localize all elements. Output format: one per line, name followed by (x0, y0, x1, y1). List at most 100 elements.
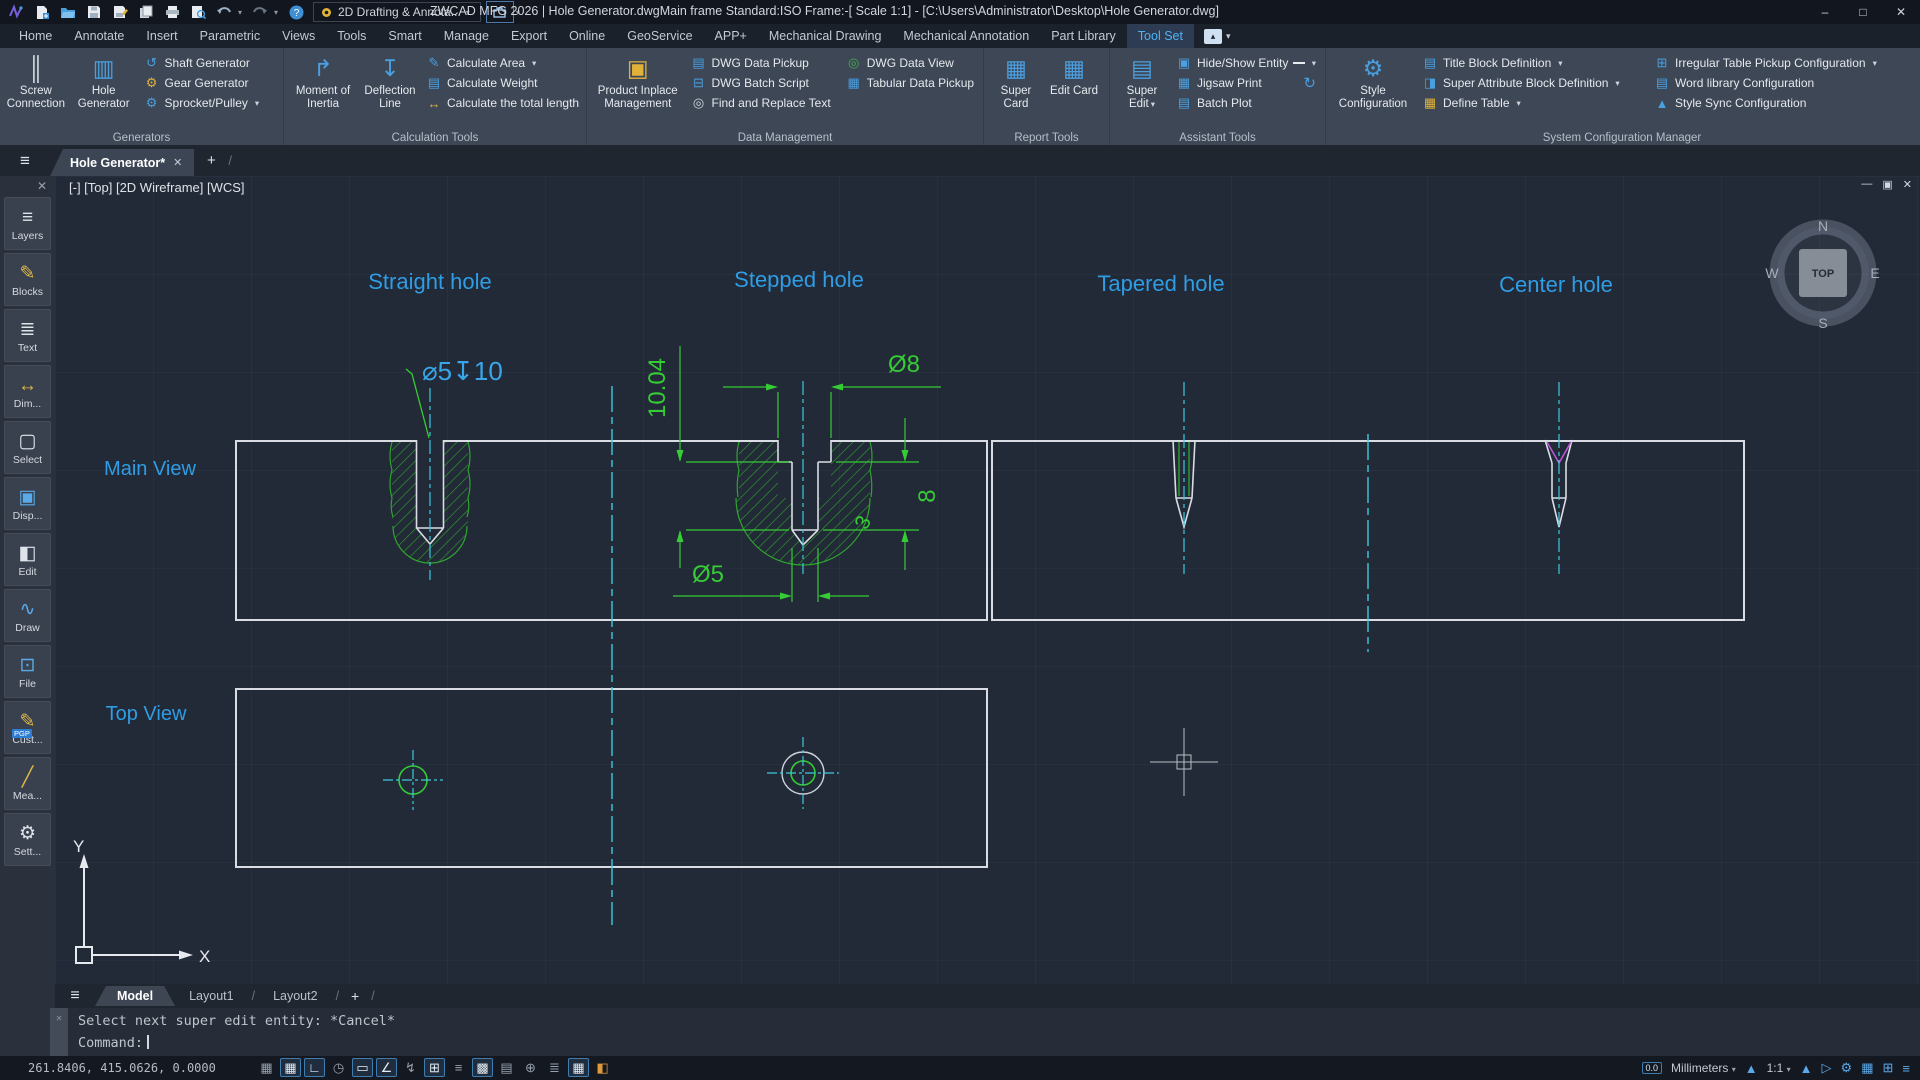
title-block-definition-button[interactable]: ▤ Title Block Definition ▾ (1419, 53, 1647, 73)
label-straight-hole[interactable]: Straight hole (368, 269, 492, 294)
lineweight-display-toggle[interactable]: ≡ (448, 1058, 469, 1077)
compass-east-label[interactable]: E (1870, 265, 1879, 281)
gear-generator-button[interactable]: ⚙ Gear Generator (141, 73, 279, 93)
tab-part-library[interactable]: Part Library (1040, 24, 1127, 48)
sidebar-item-display[interactable]: ▣ Disp... (4, 477, 51, 530)
tab-insert[interactable]: Insert (135, 24, 188, 48)
sidebar-item-file[interactable]: ⊡ File (4, 645, 51, 698)
tab-views[interactable]: Views (271, 24, 326, 48)
sidebar-item-layers[interactable]: ≡ Layers (4, 197, 51, 250)
super-edit-button[interactable]: ▤ Super Edit▾ (1113, 50, 1171, 126)
top-view-straight-hole[interactable] (383, 750, 443, 810)
sidebar-item-edit[interactable]: ◧ Edit (4, 533, 51, 586)
tab-home[interactable]: Home (8, 24, 63, 48)
preview-icon[interactable] (186, 2, 210, 22)
compass-north-label[interactable]: N (1818, 218, 1828, 234)
tab-online[interactable]: Online (558, 24, 616, 48)
shaft-generator-button[interactable]: ↺ Shaft Generator (141, 53, 279, 73)
command-line-grip[interactable]: ✕ (50, 1008, 68, 1056)
layout-menu-icon[interactable]: ≡ (55, 987, 95, 1005)
view-compass[interactable]: N W E S TOP (1765, 218, 1879, 331)
sidebar-item-measure[interactable]: ╱ Mea... (4, 757, 51, 810)
sidebar-item-draw[interactable]: ∿ Draw (4, 589, 51, 642)
window-close-button[interactable]: ✕ (1882, 0, 1920, 24)
tapered-hole-section[interactable] (1173, 382, 1195, 574)
jigsaw-print-button[interactable]: ▦ Jigsaw Print ↻ (1173, 73, 1319, 93)
command-close-icon[interactable]: ✕ (56, 1013, 62, 1024)
centerlines[interactable] (612, 386, 1368, 925)
define-table-button[interactable]: ▦ Define Table ▾ (1419, 93, 1647, 113)
hide-show-entity-button[interactable]: ▣ Hide/Show Entity ▾ (1173, 53, 1319, 73)
dwg-batch-script-button[interactable]: ⊟ DWG Batch Script (688, 73, 839, 93)
redo-icon[interactable] (248, 2, 272, 22)
label-center-hole[interactable]: Center hole (1499, 272, 1613, 297)
super-card-button[interactable]: ▦ Super Card (987, 50, 1045, 126)
irregular-table-pickup-button[interactable]: ⊞ Irregular Table Pickup Configuration ▾ (1651, 53, 1907, 73)
precision-indicator[interactable]: 0.0 (1642, 1062, 1663, 1074)
command-line[interactable]: ✕ Select next super edit entity: *Cancel… (50, 1008, 1920, 1056)
tabular-data-pickup-button[interactable]: ▦ Tabular Data Pickup (843, 73, 978, 93)
units-selector[interactable]: Millimeters ▾ (1671, 1061, 1736, 1075)
top-view-position-marker[interactable] (1150, 728, 1218, 796)
undo-icon[interactable] (212, 2, 236, 22)
tab-app-plus[interactable]: APP+ (704, 24, 758, 48)
calculate-total-length-button[interactable]: ↔ Calculate the total length (423, 93, 581, 113)
compass-west-label[interactable]: W (1765, 265, 1779, 281)
transparency-toggle[interactable]: ▩ (472, 1058, 493, 1077)
tab-parametric[interactable]: Parametric (189, 24, 271, 48)
sidebar-item-settings[interactable]: ⚙ Sett... (4, 813, 51, 866)
object-snap-toggle[interactable]: ▭ (352, 1058, 373, 1077)
open-file-icon[interactable] (56, 2, 80, 22)
print-icon[interactable] (160, 2, 184, 22)
add-layout-button[interactable]: + (343, 988, 367, 1004)
tab-annotate[interactable]: Annotate (63, 24, 135, 48)
document-menu-icon[interactable]: ≡ (0, 145, 50, 176)
label-tapered-hole[interactable]: Tapered hole (1097, 271, 1224, 296)
tab-geoservice[interactable]: GeoService (616, 24, 703, 48)
sidebar-item-customize[interactable]: ✎ PGP Cust... (4, 701, 51, 754)
top-view-stepped-hole[interactable] (767, 737, 839, 809)
calculate-area-button[interactable]: ✎ Calculate Area ▾ (423, 53, 581, 73)
dim-counterbore-depth[interactable]: 8 (914, 489, 941, 502)
settings-gear-icon[interactable]: ⚙ (1841, 1060, 1853, 1076)
moment-of-inertia-button[interactable]: ↱ Moment of Inertia (287, 50, 359, 126)
annotation-visibility-icon[interactable]: ▲ (1800, 1061, 1813, 1076)
dim-counterbore-dia[interactable]: Ø8 (888, 351, 920, 378)
style-sync-configuration-button[interactable]: ▲ Style Sync Configuration (1651, 93, 1907, 113)
word-library-configuration-button[interactable]: ▤ Word library Configuration (1651, 73, 1907, 93)
workspace-switch-icon[interactable]: ▷ (1822, 1060, 1832, 1076)
dim-depth[interactable]: 10.04 (644, 358, 671, 418)
window-minimize-button[interactable]: – (1806, 0, 1844, 24)
document-tab-close-icon[interactable]: ✕ (173, 156, 182, 169)
window-maximize-button[interactable]: □ (1844, 0, 1882, 24)
tab-tools[interactable]: Tools (326, 24, 377, 48)
dim-hole-dia[interactable]: Ø5 (692, 561, 724, 588)
product-inplace-management-button[interactable]: ▣ Product Inplace Management (590, 50, 686, 126)
sidebar-close-icon[interactable]: ✕ (0, 176, 55, 197)
tab-manage[interactable]: Manage (433, 24, 500, 48)
deflection-line-button[interactable]: ↧ Deflection Line (359, 50, 421, 126)
viewport-close-icon[interactable]: ✕ (1903, 178, 1912, 191)
save-as-icon[interactable] (108, 2, 132, 22)
save-icon[interactable] (82, 2, 106, 22)
straight-hole-callout[interactable]: ⌀5↧10 (406, 356, 503, 438)
batch-plot-button[interactable]: ▤ Batch Plot (1173, 93, 1319, 113)
sidebar-item-select[interactable]: ▢ Select (4, 421, 51, 474)
tab-model[interactable]: Model (95, 986, 175, 1006)
hole-generator-button[interactable]: ▥ Hole Generator (69, 50, 139, 126)
linetype-caret-icon[interactable]: ▾ (1312, 58, 1316, 69)
copy-icon[interactable] (134, 2, 158, 22)
super-attribute-block-definition-button[interactable]: ◨ Super Attribute Block Definition ▾ (1419, 73, 1647, 93)
dim-straight-callout[interactable]: ⌀5↧10 (422, 356, 503, 386)
help-icon[interactable]: ? (284, 2, 308, 22)
center-hole-section[interactable] (1545, 382, 1572, 574)
tab-layout1[interactable]: Layout1 (175, 986, 247, 1006)
find-replace-text-button[interactable]: ◎ Find and Replace Text (688, 93, 839, 113)
sidebar-item-text[interactable]: ≣ Text (4, 309, 51, 362)
fullscreen-icon[interactable]: ⊞ (1883, 1060, 1894, 1076)
annotation-scale-selector[interactable]: 1:1 ▾ (1767, 1061, 1791, 1075)
stepped-hole-section[interactable] (736, 381, 872, 574)
ribbon-collapse-caret-icon[interactable]: ▾ (1226, 31, 1231, 42)
sidebar-item-dimension[interactable]: ↔ Dim... (4, 365, 51, 418)
annotation-monitor-toggle[interactable]: ≣ (544, 1058, 565, 1077)
